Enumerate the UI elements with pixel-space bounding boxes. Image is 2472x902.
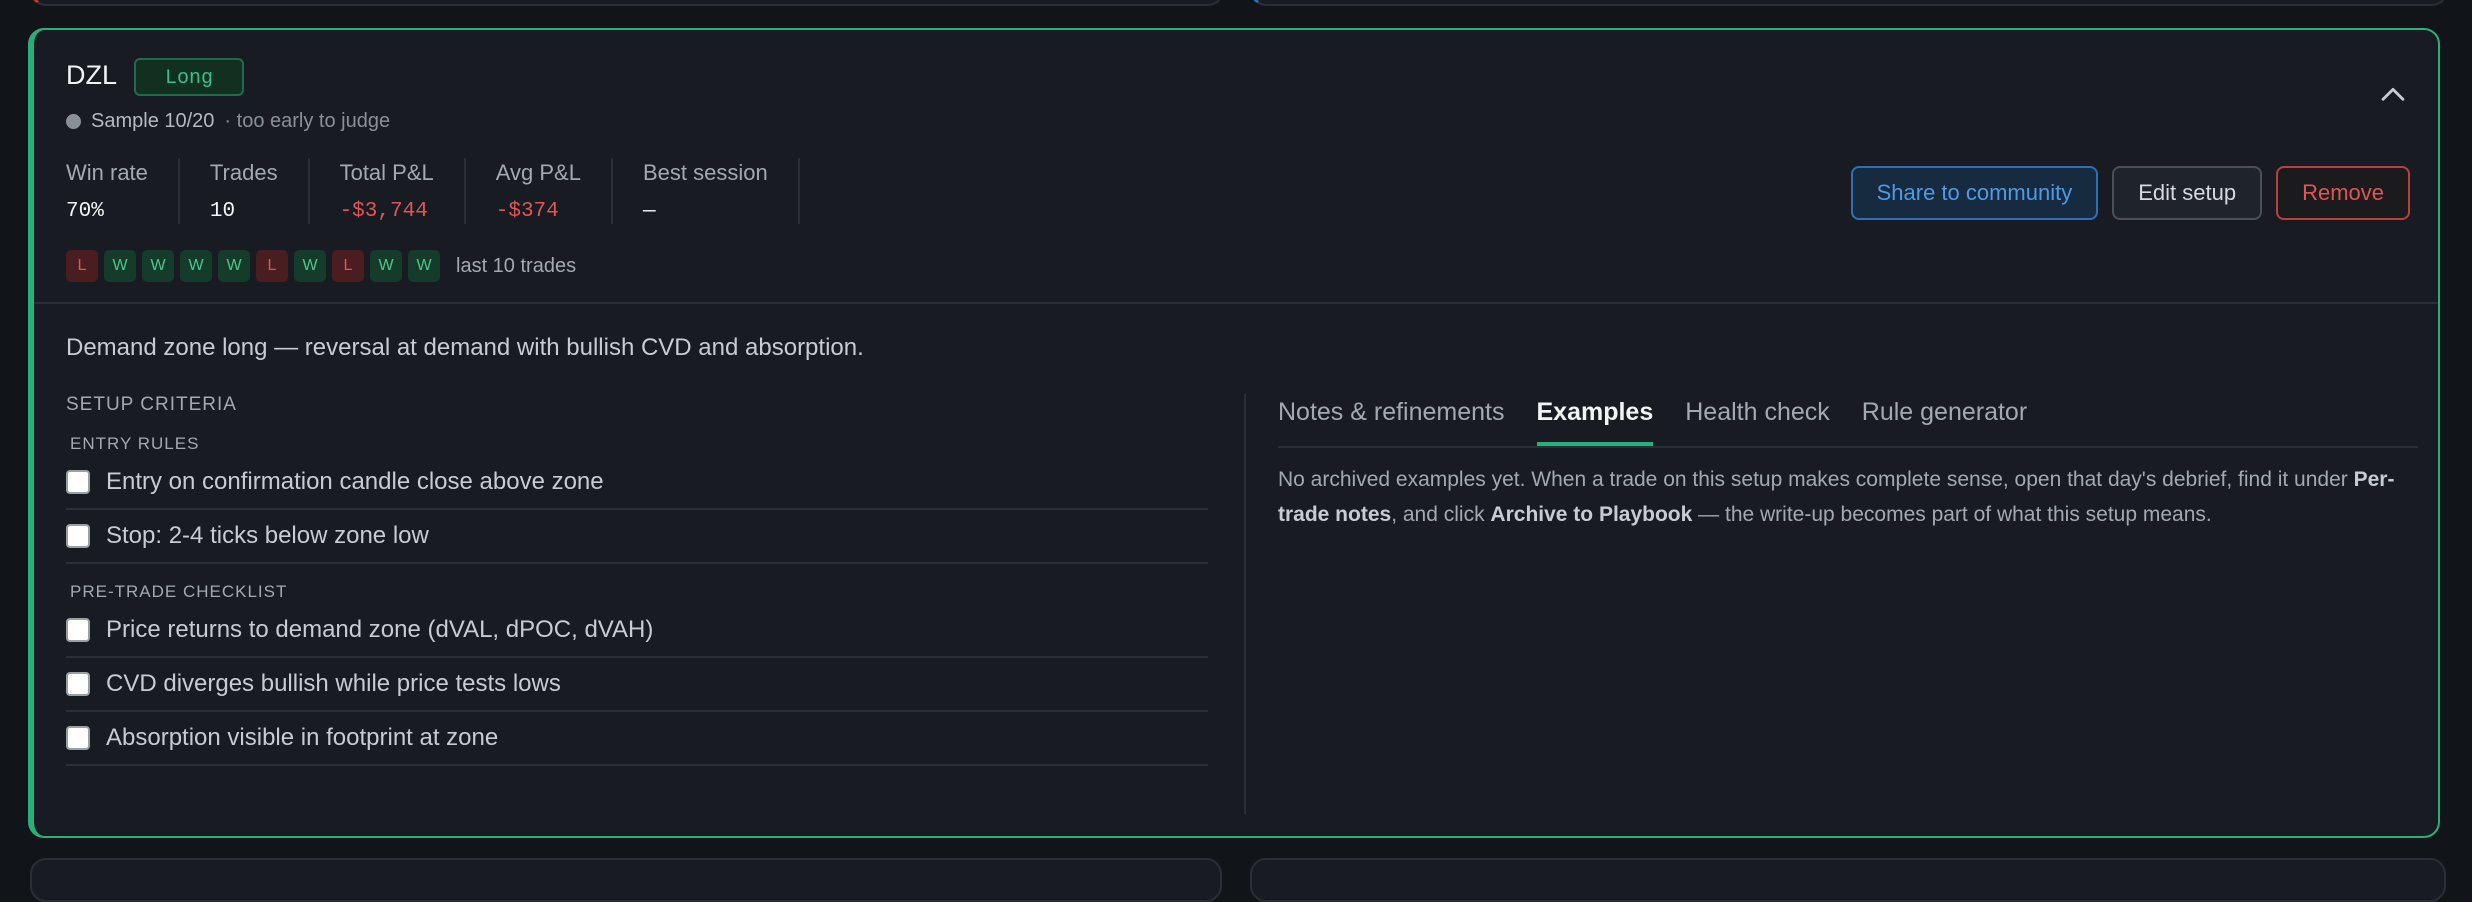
stat-value: — xyxy=(642,200,656,223)
setup-card-header[interactable]: DZL Long Sample 10/20 · too early to jud… xyxy=(34,30,2438,304)
stat-trades: Trades 10 xyxy=(180,158,310,224)
stat-label: Best session xyxy=(642,160,768,185)
stats-row: Win rate 70% Trades 10 Total P&L -$3,744… xyxy=(66,158,800,224)
checklist-title: PRE-TRADE CHECKLIST xyxy=(70,582,288,601)
criteria-label: Absorption visible in footprint at zone xyxy=(106,724,499,751)
sample-count: Sample 10/20 xyxy=(91,110,215,132)
setup-description: Demand zone long — reversal at demand wi… xyxy=(66,334,864,361)
tab-examples[interactable]: Examples xyxy=(1536,394,1654,446)
criteria-checkbox[interactable] xyxy=(66,618,90,642)
archive-to-playbook-reference: Archive to Playbook xyxy=(1490,503,1693,526)
trade-result-badge: W xyxy=(294,250,326,282)
stat-value: 70% xyxy=(66,200,104,223)
trade-result-badge: W xyxy=(218,250,250,282)
edit-setup-button[interactable]: Edit setup xyxy=(2112,166,2263,220)
criteria-label: Price returns to demand zone (dVAL, dPOC… xyxy=(106,616,654,643)
detail-tabs: Notes & refinements Examples Health chec… xyxy=(1278,394,2418,448)
trade-result-badge: W xyxy=(408,250,440,282)
stat-avg-pnl: Avg P&L -$374 xyxy=(466,158,613,224)
criteria-item[interactable]: Absorption visible in footprint at zone xyxy=(66,712,1208,766)
criteria-label: CVD diverges bullish while price tests l… xyxy=(106,670,561,697)
examples-empty-message: No archived examples yet. When a trade o… xyxy=(1278,462,2418,532)
setup-card: DZL Long Sample 10/20 · too early to jud… xyxy=(28,28,2440,838)
share-to-community-button[interactable]: Share to community xyxy=(1850,166,2099,220)
criteria-label: Entry on confirmation candle close above… xyxy=(106,468,604,495)
setup-criteria: SETUP CRITERIA ENTRY RULES Entry on conf… xyxy=(66,394,1208,766)
setup-actions: Share to community Edit setup Remove xyxy=(1850,166,2410,220)
examples-text: , and click xyxy=(1391,503,1491,526)
trade-result-badge: L xyxy=(66,250,98,282)
trade-result-badge: L xyxy=(332,250,364,282)
examples-text: — the write-up becomes part of what this… xyxy=(1692,503,2212,526)
tab-notes-refinements[interactable]: Notes & refinements xyxy=(1278,394,1505,446)
tab-rule-generator[interactable]: Rule generator xyxy=(1862,394,2027,446)
next-card-right xyxy=(1250,858,2446,902)
trade-result-badge: W xyxy=(180,250,212,282)
setup-detail-panel: Notes & refinements Examples Health chec… xyxy=(1278,394,2418,532)
sample-status: Sample 10/20 · too early to judge xyxy=(66,110,390,133)
trade-result-badge: L xyxy=(256,250,288,282)
stat-value: 10 xyxy=(209,200,236,223)
chevron-up-icon[interactable] xyxy=(2376,78,2410,112)
setup-ticker: DZL xyxy=(66,60,118,90)
examples-text: No archived examples yet. When a trade o… xyxy=(1278,468,2354,491)
status-dot-icon xyxy=(66,114,81,129)
criteria-checkbox[interactable] xyxy=(66,672,90,696)
stat-label: Win rate xyxy=(66,160,148,185)
criteria-checkbox[interactable] xyxy=(66,524,90,548)
stat-label: Total P&L xyxy=(339,160,434,185)
previous-card-left xyxy=(30,0,1224,6)
stat-label: Trades xyxy=(209,160,278,185)
recent-trades: L W W W W L W L W W last 10 trades xyxy=(66,250,576,282)
stat-win-rate: Win rate 70% xyxy=(66,158,180,224)
criteria-item[interactable]: Entry on confirmation candle close above… xyxy=(66,456,1208,510)
stat-best-session: Best session — xyxy=(613,158,800,224)
stat-value: -$3,744 xyxy=(339,200,428,223)
criteria-label: Stop: 2-4 ticks below zone low xyxy=(106,522,429,549)
stat-value: -$374 xyxy=(495,200,559,223)
column-divider xyxy=(1244,394,1246,814)
side-badge: Long xyxy=(134,58,244,96)
next-card-left xyxy=(30,858,1222,902)
criteria-checkbox[interactable] xyxy=(66,726,90,750)
criteria-item[interactable]: Stop: 2-4 ticks below zone low xyxy=(66,510,1208,564)
trade-result-badge: W xyxy=(370,250,402,282)
criteria-item[interactable]: CVD diverges bullish while price tests l… xyxy=(66,658,1208,712)
previous-card-right xyxy=(1250,0,2448,6)
recent-trades-label: last 10 trades xyxy=(456,254,577,277)
sample-note: · too early to judge xyxy=(224,110,391,132)
criteria-item[interactable]: Price returns to demand zone (dVAL, dPOC… xyxy=(66,604,1208,658)
criteria-checkbox[interactable] xyxy=(66,470,90,494)
stat-label: Avg P&L xyxy=(495,160,581,185)
stat-total-pnl: Total P&L -$3,744 xyxy=(310,158,466,224)
tab-health-check[interactable]: Health check xyxy=(1685,394,1830,446)
remove-setup-button[interactable]: Remove xyxy=(2276,166,2410,220)
trade-result-badge: W xyxy=(104,250,136,282)
criteria-title: SETUP CRITERIA xyxy=(66,394,237,415)
entry-rules-title: ENTRY RULES xyxy=(70,434,200,453)
trade-result-badge: W xyxy=(142,250,174,282)
